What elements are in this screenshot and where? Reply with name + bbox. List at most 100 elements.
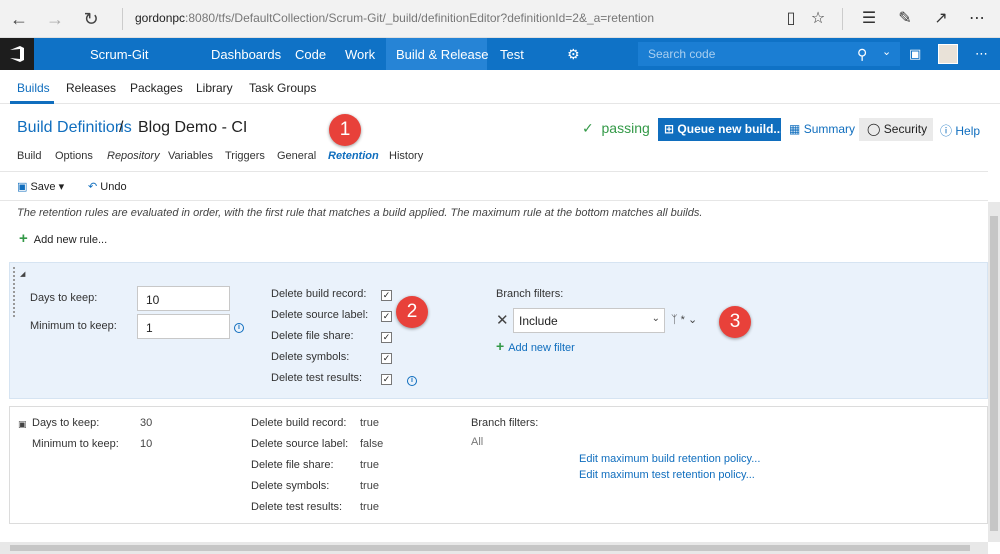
delete-source-label-checkbox[interactable]: ✓ (381, 311, 392, 322)
delete-symbols-checkbox[interactable]: ✓ (381, 353, 392, 364)
edit-max-test-retention-link[interactable]: Edit maximum test retention policy... (579, 469, 755, 481)
subnav-packages[interactable]: Packages (130, 81, 183, 95)
more-options-icon[interactable]: ⋯ (966, 8, 988, 30)
delete-source-label-value: false (360, 438, 384, 450)
share-icon[interactable]: ↗ (930, 8, 952, 30)
subnav-library[interactable]: Library (196, 81, 233, 95)
tab-general[interactable]: General (277, 150, 316, 162)
undo-button[interactable]: ↶ Undo (88, 180, 127, 193)
queue-button-label: Queue new build... (677, 122, 784, 136)
pen-icon[interactable]: ✎ (894, 8, 916, 30)
delete-symbols-label: Delete symbols: (251, 480, 330, 492)
plus-icon: + (496, 338, 505, 354)
subnav-task-groups[interactable]: Task Groups (249, 81, 316, 95)
branch-filters-label: Branch filters: (471, 417, 539, 429)
tab-retention[interactable]: Retention (328, 150, 379, 162)
help-label: Help (955, 124, 981, 138)
filter-type-select[interactable]: Include ⌄ (513, 308, 665, 333)
minimum-to-keep-input[interactable]: 1 (137, 314, 230, 339)
help-link[interactable]: ⓘ Help (940, 122, 980, 139)
active-tab-underline (10, 101, 54, 104)
add-new-filter-link[interactable]: + Add new filter (496, 338, 575, 354)
hub-menu-icon[interactable]: ☰ (858, 8, 880, 30)
address-bar[interactable]: gordonpc:8080/tfs/DefaultCollection/Scru… (135, 11, 654, 25)
delete-test-results-label: Delete test results: (271, 372, 363, 384)
delete-build-record-label: Delete build record: (251, 417, 347, 429)
delete-file-share-checkbox[interactable]: ✓ (381, 332, 392, 343)
back-arrow-icon[interactable]: ← (8, 8, 30, 30)
vertical-scrollbar[interactable] (988, 202, 1000, 542)
check-icon: ✓ (582, 120, 594, 136)
project-name[interactable]: Scrum-Git (90, 47, 149, 62)
chevron-down-icon: ⌄ (688, 314, 698, 326)
delete-symbols-value: true (360, 480, 379, 492)
delete-build-record-checkbox[interactable]: ✓ (381, 290, 392, 301)
info-icon[interactable]: i (407, 376, 417, 386)
queue-new-build-button[interactable]: ⊞ Queue new build... (658, 118, 784, 141)
hub-build-release[interactable]: Build & Release (396, 47, 489, 62)
summary-link[interactable]: ▦ Summary (789, 122, 855, 136)
save-label: Save (30, 181, 56, 193)
delete-test-results-checkbox[interactable]: ✓ (381, 374, 392, 385)
address-path: :8080/tfs/DefaultCollection/Scrum-Git/_b… (185, 11, 654, 25)
tab-repository[interactable]: Repository (107, 150, 160, 162)
security-label: Security (883, 122, 928, 136)
minimum-to-keep-label: Minimum to keep: (30, 320, 117, 332)
subnav-releases[interactable]: Releases (66, 81, 116, 95)
reading-view-icon[interactable]: ▯ (780, 8, 802, 30)
forward-arrow-icon[interactable]: → (44, 8, 66, 30)
add-filter-label: Add new filter (508, 342, 575, 354)
edit-max-build-retention-link[interactable]: Edit maximum build retention policy... (579, 453, 760, 465)
drag-handle[interactable] (13, 267, 17, 317)
chevron-down-icon[interactable]: ⌄ (882, 45, 891, 58)
branch-filters-label: Branch filters: (496, 288, 564, 300)
breadcrumb[interactable]: Build Definitions (17, 119, 132, 137)
help-icon: ⓘ (940, 124, 953, 138)
delete-source-label-label: Delete source label: (251, 438, 349, 450)
undo-icon: ↶ (88, 181, 98, 193)
tab-triggers[interactable]: Triggers (225, 150, 265, 162)
scrollbar-thumb[interactable] (990, 216, 998, 531)
collapse-triangle-icon[interactable]: ◢ (20, 270, 25, 278)
tab-variables[interactable]: Variables (168, 150, 213, 162)
scrollbar-thumb[interactable] (10, 545, 970, 551)
callout-marker-3: 3 (719, 306, 751, 338)
remove-filter-x-icon[interactable]: ✕ (496, 311, 509, 329)
retention-rule-1[interactable]: ◢ Days to keep: 10 Minimum to keep: 1 i … (9, 262, 988, 399)
tab-history[interactable]: History (389, 150, 423, 162)
delete-symbols-label: Delete symbols: (271, 351, 350, 363)
more-options-icon[interactable]: ⋯ (975, 46, 988, 62)
save-disk-icon: ▣ (17, 181, 28, 193)
lock-icon: ▣ (18, 419, 27, 429)
callout-marker-2: 2 (396, 296, 428, 328)
browser-toolbar: ← → ↻ gordonpc:8080/tfs/DefaultCollectio… (0, 0, 1000, 38)
branch-icon: ᛉ (671, 314, 678, 326)
marketplace-bag-icon[interactable]: ▣ (909, 46, 921, 62)
branch-picker[interactable]: ᛉ * ⌄ (671, 313, 697, 326)
hub-dashboards[interactable]: Dashboards (211, 47, 281, 62)
subnav-builds[interactable]: Builds (17, 81, 50, 95)
settings-gear-icon[interactable]: ⚙ (567, 46, 580, 63)
vsts-logo[interactable] (0, 38, 34, 70)
retention-info-text: The retention rules are evaluated in ord… (17, 207, 703, 219)
avatar[interactable] (938, 44, 958, 64)
info-icon[interactable]: i (234, 323, 244, 333)
tab-options[interactable]: Options (55, 150, 93, 162)
editor-toolbar: ▣ Save ▾ ↶ Undo (0, 171, 988, 201)
tab-build[interactable]: Build (17, 150, 41, 162)
search-box[interactable]: Search code ⚲ ⌄ (638, 42, 900, 66)
add-new-rule-button[interactable]: + Add new rule... (19, 230, 107, 247)
refresh-icon[interactable]: ↻ (80, 8, 102, 30)
favorite-star-icon[interactable]: ☆ (807, 8, 829, 30)
horizontal-scrollbar[interactable] (0, 542, 988, 554)
hub-test[interactable]: Test (500, 47, 524, 62)
queue-build-icon: ⊞ (664, 122, 675, 136)
save-button[interactable]: ▣ Save ▾ (17, 180, 64, 193)
search-input[interactable]: Search code (648, 47, 715, 61)
search-icon[interactable]: ⚲ (857, 46, 867, 63)
hub-code[interactable]: Code (295, 47, 326, 62)
hub-work[interactable]: Work (345, 47, 375, 62)
divider (122, 8, 123, 30)
days-to-keep-input[interactable]: 10 (137, 286, 230, 311)
security-button[interactable]: ◯ Security (859, 118, 933, 141)
